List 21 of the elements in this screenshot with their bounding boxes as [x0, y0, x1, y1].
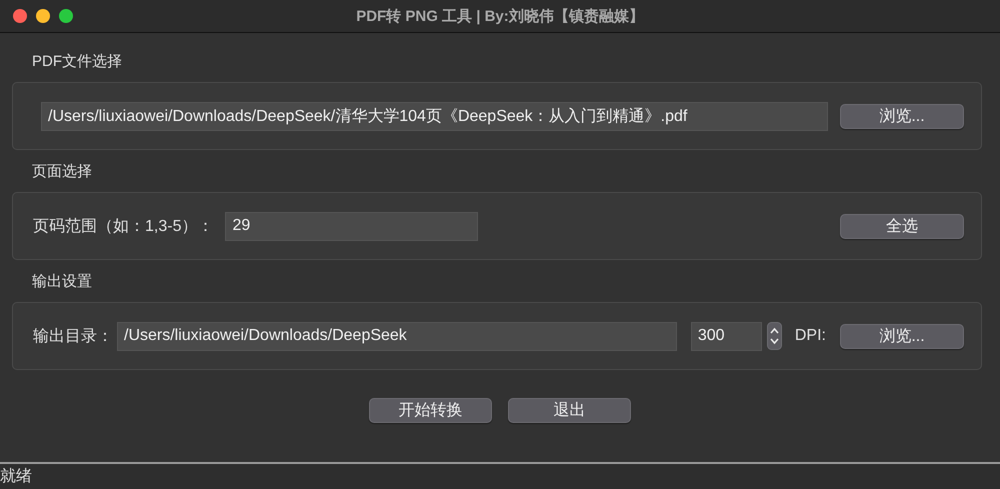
- section-title: 页面选择: [32, 162, 93, 182]
- field-label: 页码范围（如：1,3-5）：: [33, 216, 214, 236]
- section-title: 输出设置: [32, 272, 93, 292]
- window-title: PDF转 PNG 工具 | By:刘晓伟【镇赉融媒】: [356, 6, 644, 26]
- push-button[interactable]: 浏览...: [840, 104, 964, 128]
- action-button[interactable]: 退出: [508, 398, 631, 423]
- stepper-icon[interactable]: [766, 322, 782, 350]
- close-button[interactable]: [13, 9, 27, 23]
- text-field[interactable]: /Users/liuxiaowei/Downloads/DeepSeek: [117, 322, 677, 350]
- field-label: 输出目录：: [33, 326, 113, 346]
- action-button[interactable]: 开始转换: [369, 398, 492, 423]
- push-button[interactable]: 浏览...: [840, 324, 964, 348]
- push-button[interactable]: 全选: [840, 214, 964, 238]
- field-label: DPI:: [794, 327, 826, 345]
- text-field[interactable]: /Users/liuxiaowei/Downloads/DeepSeek/清华大学104页《DeepSeek：从入门到精通》.pdf: [41, 102, 828, 130]
- zoom-button[interactable]: [59, 9, 73, 23]
- text-field[interactable]: 29: [225, 212, 478, 240]
- minimize-button[interactable]: [36, 9, 50, 23]
- status-text: 就绪: [0, 466, 32, 487]
- spin-field[interactable]: 300: [690, 322, 762, 350]
- section-title: PDF文件选择: [32, 52, 123, 72]
